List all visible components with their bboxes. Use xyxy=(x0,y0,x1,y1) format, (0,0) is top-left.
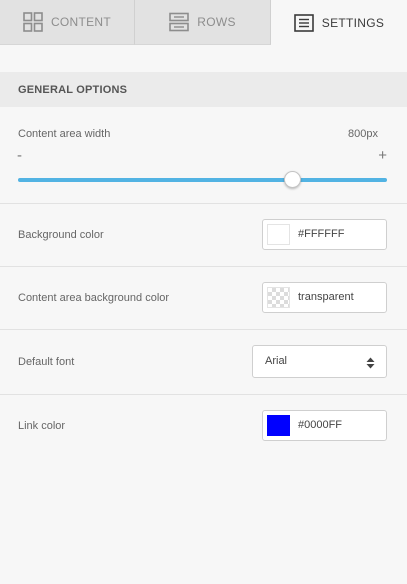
width-slider-handle[interactable] xyxy=(284,171,302,188)
section-header: GENERAL OPTIONS xyxy=(0,72,407,107)
content-width-row: Content area width 800px - + xyxy=(0,107,407,204)
section-title: GENERAL OPTIONS xyxy=(18,83,128,96)
increase-width-button[interactable]: + xyxy=(378,148,387,163)
tab-settings[interactable]: SETTINGS xyxy=(271,0,407,45)
content-area-background-row: Content area background color transparen… xyxy=(0,267,407,330)
content-area-background-value: transparent xyxy=(298,291,354,303)
default-font-label: Default font xyxy=(18,356,75,368)
link-color-picker[interactable]: #0000FF xyxy=(262,410,387,441)
link-color-label: Link color xyxy=(18,420,66,432)
background-color-picker[interactable]: #FFFFFF xyxy=(262,219,387,250)
width-slider-track[interactable] xyxy=(18,178,387,182)
settings-list-icon xyxy=(293,13,314,32)
tab-label: ROWS xyxy=(197,15,236,29)
link-color-swatch xyxy=(267,415,290,436)
rows-icon xyxy=(169,12,190,32)
background-color-row: Background color #FFFFFF xyxy=(0,204,407,267)
link-color-value: #0000FF xyxy=(298,419,343,431)
background-color-swatch xyxy=(267,224,290,245)
default-font-select[interactable]: Arial xyxy=(252,345,387,378)
background-color-label: Background color xyxy=(18,229,104,241)
decrease-width-button[interactable]: - xyxy=(17,148,22,163)
grid-icon xyxy=(23,12,43,32)
content-area-background-label: Content area background color xyxy=(18,292,170,304)
tab-content[interactable]: CONTENT xyxy=(0,0,135,45)
content-width-label: Content area width xyxy=(18,128,111,140)
default-font-row: Default font Arial xyxy=(0,330,407,395)
tab-bar: CONTENT ROWS SETTINGS xyxy=(0,0,407,45)
tab-label: SETTINGS xyxy=(321,15,385,30)
select-arrows-icon xyxy=(366,356,375,374)
link-color-row: Link color #0000FF xyxy=(0,395,407,458)
content-area-background-picker[interactable]: transparent xyxy=(262,282,387,313)
transparent-swatch xyxy=(267,287,290,308)
default-font-value: Arial xyxy=(265,355,288,367)
background-color-value: #FFFFFF xyxy=(298,228,345,240)
tab-rows[interactable]: ROWS xyxy=(135,0,271,45)
tab-label: CONTENT xyxy=(50,15,112,29)
content-width-value: 800px xyxy=(348,128,378,140)
